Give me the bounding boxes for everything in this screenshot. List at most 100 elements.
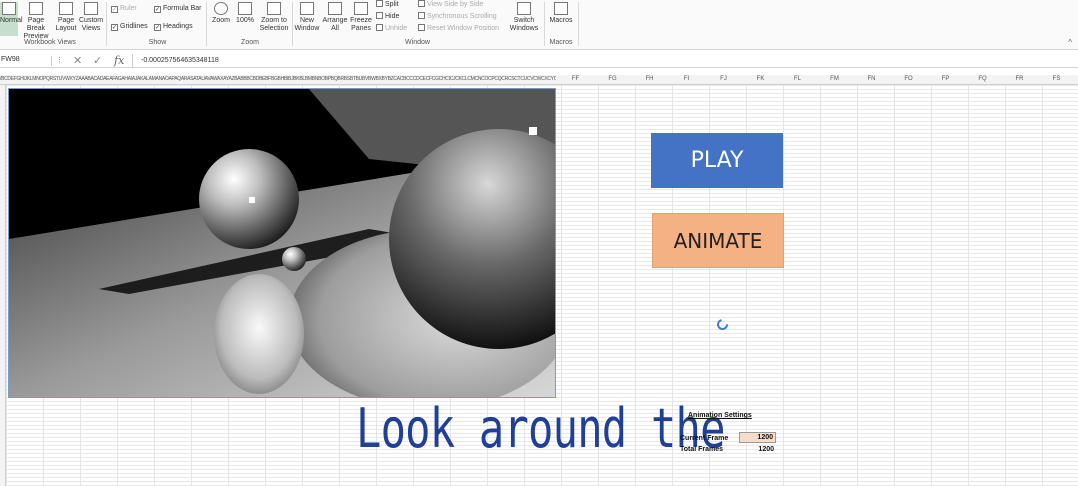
split-label: Split xyxy=(385,1,399,8)
column-header[interactable]: FS xyxy=(1038,76,1075,82)
checkbox-icon: ✓ xyxy=(111,24,118,31)
zoom-group-label: Zoom xyxy=(241,39,259,46)
side-by-side-label: View Side by Side xyxy=(427,1,484,8)
compressed-column-labels: /BCDEFGHIJKLMNOPQRSTUVWXYZAAABACADAEAFAG… xyxy=(0,76,556,82)
checkbox-icon: ✓ xyxy=(154,6,161,13)
checkbox-icon: ✓ xyxy=(111,6,118,13)
total-frames-label: Total Frames xyxy=(680,446,724,453)
arrange-all-icon xyxy=(328,2,342,15)
animate-button[interactable]: ANIMATE xyxy=(652,213,784,268)
magnifier-icon xyxy=(214,2,228,15)
column-header[interactable]: FN xyxy=(853,76,890,82)
column-header[interactable]: FP xyxy=(927,76,964,82)
zoom-to-selection-button[interactable]: Zoom to Selection xyxy=(258,2,290,33)
zoom-selection-label: Zoom to Selection xyxy=(259,17,289,32)
animation-settings-title: Animation Settings xyxy=(688,412,752,419)
macros-label: Macros xyxy=(549,17,573,24)
headings-checkbox[interactable]: ✓ Headings xyxy=(154,22,193,31)
gridlines-checkbox[interactable]: ✓ Gridlines xyxy=(111,22,148,31)
formula-bar: FW98 ⋮ ✕ ✓ fx -0.000257564635348118 xyxy=(0,54,1078,68)
custom-views-icon xyxy=(84,2,98,15)
unhide-button[interactable]: Unhide xyxy=(376,24,407,33)
column-header[interactable]: FQ xyxy=(964,76,1001,82)
hide-button[interactable]: Hide xyxy=(376,12,399,21)
headings-label: Headings xyxy=(163,23,193,30)
freeze-panes-icon xyxy=(354,2,368,15)
cancel-icon[interactable]: ✕ xyxy=(73,54,82,67)
column-header[interactable]: FM xyxy=(816,76,853,82)
column-header[interactable]: FO xyxy=(890,76,927,82)
unhide-icon xyxy=(376,24,383,31)
synchronous-scrolling-button[interactable]: Synchronous Scrolling xyxy=(418,12,497,21)
formula-divider xyxy=(132,54,133,68)
column-header[interactable]: FL xyxy=(779,76,816,82)
collapse-ribbon-icon[interactable]: ^ xyxy=(1068,38,1072,47)
hide-label: Hide xyxy=(385,13,400,20)
column-header[interactable]: FJ xyxy=(705,76,742,82)
ribbon-divider xyxy=(578,2,579,46)
split-button[interactable]: Split xyxy=(376,0,399,9)
switch-windows-icon xyxy=(517,2,531,15)
arrange-all-button[interactable]: Arrange All xyxy=(322,2,348,33)
function-icon[interactable]: fx xyxy=(114,54,124,67)
total-frames-cell[interactable]: 1200 xyxy=(739,446,776,453)
view-ribbon: Normal Page Break Preview Page Layout Cu… xyxy=(0,0,1078,50)
switch-windows-button[interactable]: Switch Windows xyxy=(508,2,540,33)
formula-input[interactable]: -0.000257564635348118 xyxy=(141,57,219,64)
ribbon-divider xyxy=(544,2,545,46)
zoom-button[interactable]: Zoom xyxy=(210,2,232,25)
sync-scroll-label: Synchronous Scrolling xyxy=(427,13,497,20)
zoom-100-button[interactable]: 100% xyxy=(234,2,256,25)
zoom-label: Zoom xyxy=(212,17,230,24)
new-window-button[interactable]: New Window xyxy=(294,2,320,33)
custom-views-button[interactable]: Custom Views xyxy=(79,2,103,33)
page-break-preview-button[interactable]: Page Break Preview xyxy=(19,2,53,41)
ruler-checkbox[interactable]: ✓ Ruler xyxy=(111,4,137,13)
macros-icon xyxy=(554,2,568,15)
raytraced-render xyxy=(8,88,556,398)
gridlines-label: Gridlines xyxy=(120,23,148,30)
unhide-label: Unhide xyxy=(385,25,408,32)
column-header[interactable]: FI xyxy=(668,76,705,82)
view-side-by-side-button[interactable]: View Side by Side xyxy=(418,0,483,9)
page-layout-button[interactable]: Page Layout xyxy=(55,2,77,33)
play-label: PLAY xyxy=(690,148,744,173)
page-break-label: Page Break Preview xyxy=(23,17,49,40)
column-header[interactable]: FR xyxy=(1001,76,1038,82)
column-header[interactable]: FH xyxy=(631,76,668,82)
page-break-icon xyxy=(29,2,43,15)
column-headers: /BCDEFGHIJKLMNOPQRSTUVWXYZAAABACADAEAFAG… xyxy=(0,75,1078,85)
switch-windows-label: Switch Windows xyxy=(509,17,539,32)
current-frame-cell[interactable]: 1200 xyxy=(739,432,776,443)
reset-position-icon xyxy=(418,24,425,31)
current-frame-label: Current Frame xyxy=(680,435,729,442)
window-group-label: Window xyxy=(405,39,430,46)
page-layout-icon xyxy=(59,2,73,15)
custom-views-label: Custom Views xyxy=(79,17,104,32)
enter-icon[interactable]: ✓ xyxy=(93,54,102,67)
ruler-label: Ruler xyxy=(120,5,137,12)
side-by-side-icon xyxy=(418,0,425,7)
formula-bar-checkbox[interactable]: ✓ Formula Bar xyxy=(154,4,202,13)
play-button[interactable]: PLAY xyxy=(651,133,783,188)
split-icon xyxy=(376,0,383,7)
column-header[interactable]: FK xyxy=(742,76,779,82)
name-box-dropdown-icon[interactable]: ⋮ xyxy=(56,56,63,64)
column-header[interactable]: FF xyxy=(557,76,594,82)
zoom-selection-icon xyxy=(267,2,281,15)
busy-cursor-icon xyxy=(717,319,728,330)
checkbox-icon: ✓ xyxy=(154,24,161,31)
new-window-label: New Window xyxy=(294,17,320,32)
ribbon-divider xyxy=(206,2,207,46)
column-header[interactable]: FG xyxy=(594,76,631,82)
hide-icon xyxy=(376,12,383,19)
reset-window-position-button[interactable]: Reset Window Position xyxy=(418,24,499,33)
normal-view-button[interactable]: Normal xyxy=(0,2,23,36)
macros-button[interactable]: Macros xyxy=(547,2,575,25)
freeze-panes-button[interactable]: Freeze Panes xyxy=(349,2,373,33)
ribbon-divider xyxy=(292,2,293,46)
name-box[interactable]: FW98 xyxy=(0,56,52,66)
video-caption: Look around the xyxy=(356,397,725,460)
formula-bar-label: Formula Bar xyxy=(163,5,202,12)
ribbon-divider xyxy=(106,2,107,46)
